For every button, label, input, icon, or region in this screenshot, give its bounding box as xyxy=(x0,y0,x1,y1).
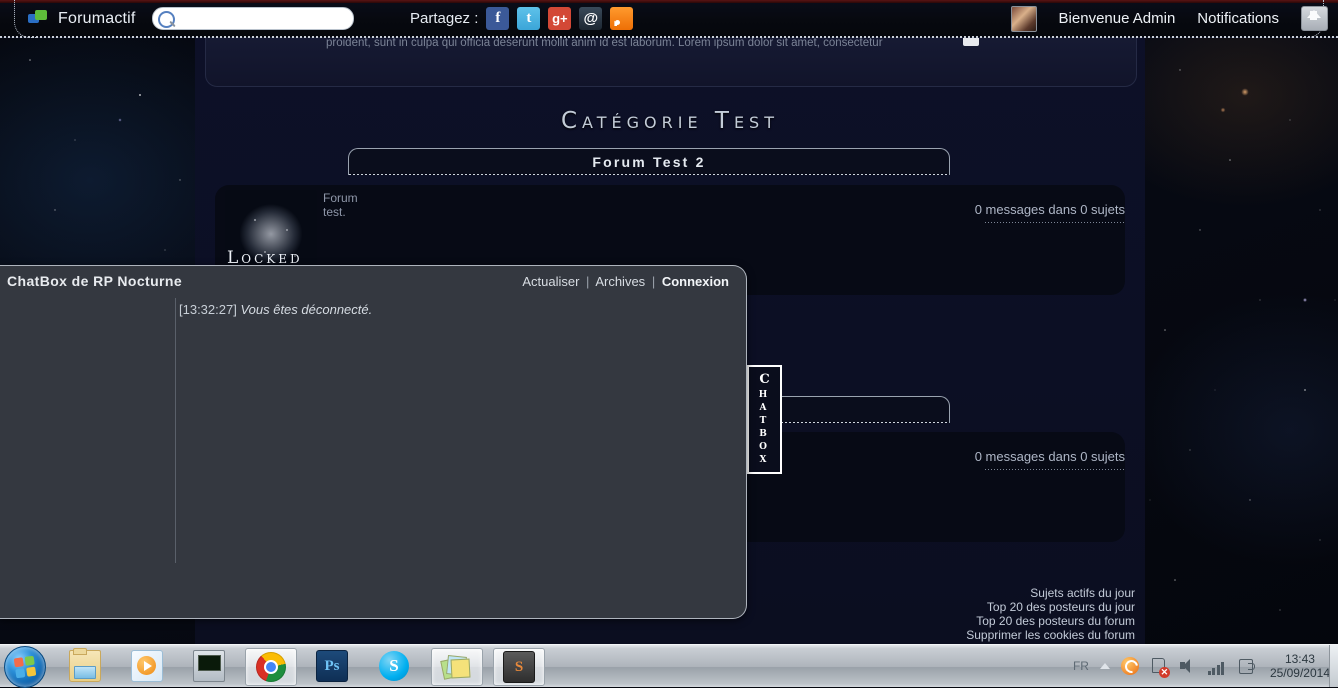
show-desktop-button[interactable] xyxy=(1329,645,1338,687)
clock[interactable]: 13:43 25/09/2014 xyxy=(1270,652,1330,680)
footer-links: Sujets actifs du jour Top 20 des posteur… xyxy=(966,586,1135,642)
folder-icon xyxy=(69,648,101,682)
taskbar-notes[interactable] xyxy=(431,648,483,686)
share-label: Partagez : xyxy=(410,10,479,27)
forum-stats-underline-1 xyxy=(985,222,1125,223)
system-tray: FR 13:43 25/09/2014 xyxy=(1073,645,1338,687)
chatbox-tab-label: Chatbox xyxy=(757,371,772,468)
taskbar-explorer[interactable] xyxy=(60,648,110,684)
chatbox-archives-link[interactable]: Archives xyxy=(595,274,645,289)
volume-icon[interactable] xyxy=(1179,657,1197,675)
safely-remove-icon[interactable] xyxy=(1237,657,1255,675)
forumactif-logo-icon xyxy=(28,10,48,27)
forum-title-underline-1 xyxy=(349,174,949,175)
monitor-icon xyxy=(193,650,225,682)
toolbar-share-group: Partagez : f t g+ @ xyxy=(410,0,634,37)
taskbar-photoshop[interactable]: Ps xyxy=(307,648,357,684)
chatbox-panel: ChatBox de RP Nocturne Actualiser | Arch… xyxy=(0,265,747,619)
search-icon xyxy=(157,11,175,28)
media-player-icon xyxy=(131,650,163,682)
footer-link-0[interactable]: Sujets actifs du jour xyxy=(966,586,1135,600)
forumactif-toolbar: Forumactif Partagez : f t g+ @ Bienvenue… xyxy=(0,0,1338,38)
chrome-icon xyxy=(256,652,286,682)
photoshop-icon: Ps xyxy=(316,650,348,682)
search-input[interactable] xyxy=(178,9,351,29)
category-title: Catégorie Test xyxy=(561,108,779,134)
welcome-label[interactable]: Bienvenue Admin xyxy=(1059,10,1176,27)
clock-date: 25/09/2014 xyxy=(1269,666,1330,680)
sublime-text-icon: S xyxy=(503,651,535,683)
toolbar-right-group: Bienvenue Admin Notifications xyxy=(1010,0,1328,37)
chatbox-link-separator-1: | xyxy=(586,274,590,289)
forum-stats-text-1: 0 messages dans 0 sujets xyxy=(974,202,1125,217)
forum-stats-2: 0 messages dans 0 sujets xyxy=(795,448,1125,470)
footer-link-3[interactable]: Supprimer les cookies du forum xyxy=(966,628,1135,642)
chatbox-header: ChatBox de RP Nocturne Actualiser | Arch… xyxy=(0,266,746,298)
forum-stats-underline-2 xyxy=(985,469,1125,470)
chatbox-message-row: [13:32:27] Vous êtes déconnecté. xyxy=(179,302,372,317)
up-arrow-icon[interactable] xyxy=(1301,6,1328,31)
language-indicator[interactable]: FR xyxy=(1073,659,1089,673)
clock-time: 13:43 xyxy=(1284,652,1315,666)
announcement-strip: proident, sunt in culpa qui officia dese… xyxy=(205,37,1137,87)
windows-logo-icon xyxy=(13,655,37,679)
forumactif-brand-label: Forumactif xyxy=(58,9,136,27)
rss-icon[interactable] xyxy=(610,7,634,30)
network-icon[interactable] xyxy=(1207,657,1226,675)
chatbox-message-timestamp: [13:32:27] xyxy=(179,302,237,317)
googleplus-icon[interactable]: g+ xyxy=(548,7,572,30)
forum-description-1: Forum test. xyxy=(323,191,358,219)
notifications-link[interactable]: Notifications xyxy=(1197,10,1279,27)
chatbox-message-text: Vous êtes déconnecté. xyxy=(240,302,373,317)
forum-stats-1: 0 messages dans 0 sujets xyxy=(795,201,1125,223)
chatbox-title: ChatBox de RP Nocturne xyxy=(7,273,183,289)
chatbox-link-separator-2: | xyxy=(651,274,656,289)
chatbox-userlist-divider xyxy=(175,298,176,563)
skype-icon: S xyxy=(379,651,409,681)
forum-stats-text-2: 0 messages dans 0 sujets xyxy=(974,449,1125,464)
twitter-icon[interactable]: t xyxy=(517,7,541,30)
announcement-close-button[interactable] xyxy=(963,38,979,46)
show-hidden-icons-icon[interactable] xyxy=(1099,663,1110,669)
facebook-icon[interactable]: f xyxy=(486,7,510,30)
action-center-flag-icon[interactable] xyxy=(1150,657,1170,678)
windows-taskbar: Ps S S FR 13:43 25/09/2014 xyxy=(0,644,1338,688)
taskbar-monitor[interactable] xyxy=(184,648,234,684)
footer-link-1[interactable]: Top 20 des posteurs du jour xyxy=(966,600,1135,614)
updater-icon[interactable] xyxy=(1120,657,1139,675)
chatbox-toggle-tab[interactable]: Chatbox xyxy=(747,365,782,474)
chatbox-login-link[interactable]: Connexion xyxy=(662,274,729,289)
email-icon[interactable]: @ xyxy=(579,7,603,30)
footer-link-2[interactable]: Top 20 des posteurs du forum xyxy=(966,614,1135,628)
toolbar-left-group: Forumactif xyxy=(28,0,354,37)
start-orb-button[interactable] xyxy=(4,646,46,688)
toolbar-search-box[interactable] xyxy=(151,7,354,30)
taskbar-skype[interactable]: S xyxy=(369,648,419,684)
chatbox-header-links: Actualiser | Archives | Connexion xyxy=(522,274,729,289)
sticky-notes-icon xyxy=(440,652,472,682)
taskbar-media-player[interactable] xyxy=(122,648,172,684)
taskbar-chrome[interactable] xyxy=(245,648,297,686)
taskbar-sublime[interactable]: S xyxy=(493,648,545,686)
forum-title-1: Forum Test 2 xyxy=(592,154,706,170)
chatbox-refresh-link[interactable]: Actualiser xyxy=(522,274,579,289)
forum-title-bar-1[interactable]: Forum Test 2 xyxy=(348,148,950,175)
avatar[interactable] xyxy=(1010,5,1037,32)
